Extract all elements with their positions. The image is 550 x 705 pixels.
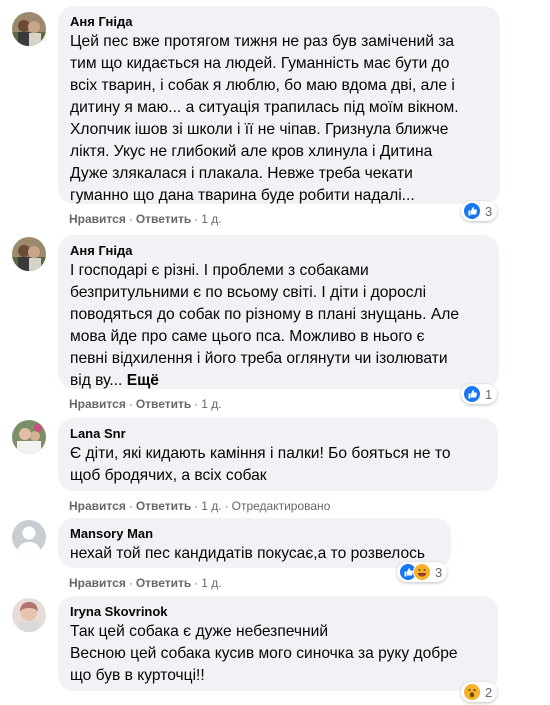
comment-time[interactable]: 1 д. [201, 212, 221, 226]
reaction-count: 1 [485, 386, 493, 402]
comment-text: Так цей собака є дуже небезпечний Весною… [70, 623, 458, 684]
comment-time[interactable]: 1 д. [201, 499, 221, 513]
comment-author[interactable]: Iryna Skovrinok [70, 604, 486, 620]
comment-text: Цей пес вже протягом тижня не раз був за… [70, 33, 459, 204]
reaction-summary[interactable]: 1 [461, 384, 498, 404]
reaction-summary[interactable]: 2 [461, 682, 498, 702]
reaction-summary[interactable]: 3 [461, 201, 498, 221]
comment-bubble: Iryna Skovrinok Так цей собака є дуже не… [58, 596, 498, 691]
reaction-count: 2 [485, 684, 493, 700]
reply-button[interactable]: Ответить [136, 397, 191, 411]
laugh-icon [413, 563, 431, 581]
comment-text: Є діти, які кидають каміння і палки! Бо … [70, 445, 451, 484]
comment-author[interactable]: Mansory Man [70, 526, 439, 542]
reaction-summary[interactable]: 3 [397, 562, 448, 582]
comment-actions: Нравится · Ответить · 1 д. [69, 576, 222, 590]
like-icon [463, 202, 481, 220]
avatar[interactable] [12, 237, 46, 271]
comment-bubble: Mansory Man нехай той пес кандидатів пок… [58, 518, 451, 568]
comment-actions: Нравится · Ответить · 1 д. [69, 397, 222, 411]
comment-author[interactable]: Аня Гніда [70, 14, 488, 30]
like-button[interactable]: Нравится [69, 576, 126, 590]
comment-bubble: Аня Гніда І господарі є різні. І проблем… [58, 235, 499, 389]
like-button[interactable]: Нравится [69, 397, 126, 411]
comment-actions: Нравится · Ответить · 1 д. [69, 212, 222, 226]
comment-time[interactable]: 1 д. [201, 397, 221, 411]
avatar[interactable] [12, 520, 46, 554]
comment-text: нехай той пес кандидатів покусає,а то ро… [70, 545, 426, 562]
like-button[interactable]: Нравится [69, 212, 126, 226]
reply-button[interactable]: Ответить [136, 499, 191, 513]
avatar[interactable] [12, 598, 46, 632]
wow-icon [463, 683, 481, 701]
edited-label: Отредактировано [231, 499, 331, 513]
comment-text-wrapper: І господарі є різні. І проблеми з собака… [70, 260, 487, 392]
comment-author[interactable]: Аня Гніда [70, 243, 487, 259]
like-icon [463, 385, 481, 403]
avatar[interactable] [12, 420, 46, 454]
avatar[interactable] [12, 12, 46, 46]
comment-author[interactable]: Lana Snr [70, 426, 486, 442]
comment-text: І господарі є різні. І проблеми з собака… [70, 262, 460, 389]
reply-button[interactable]: Ответить [136, 212, 191, 226]
reaction-count: 3 [485, 203, 493, 219]
like-button[interactable]: Нравится [69, 499, 126, 513]
comment-bubble: Аня Гніда Цей пес вже протягом тижня не … [58, 6, 500, 204]
reply-button[interactable]: Ответить [136, 576, 191, 590]
reaction-count: 3 [435, 564, 443, 580]
see-more-link[interactable]: Ещё [127, 372, 159, 389]
comment-time[interactable]: 1 д. [201, 576, 221, 590]
comment-actions: Нравится · Ответить · 1 д. · Отредактировано [69, 499, 331, 513]
comment-bubble: Lana Snr Є діти, які кидають каміння і п… [58, 418, 498, 491]
